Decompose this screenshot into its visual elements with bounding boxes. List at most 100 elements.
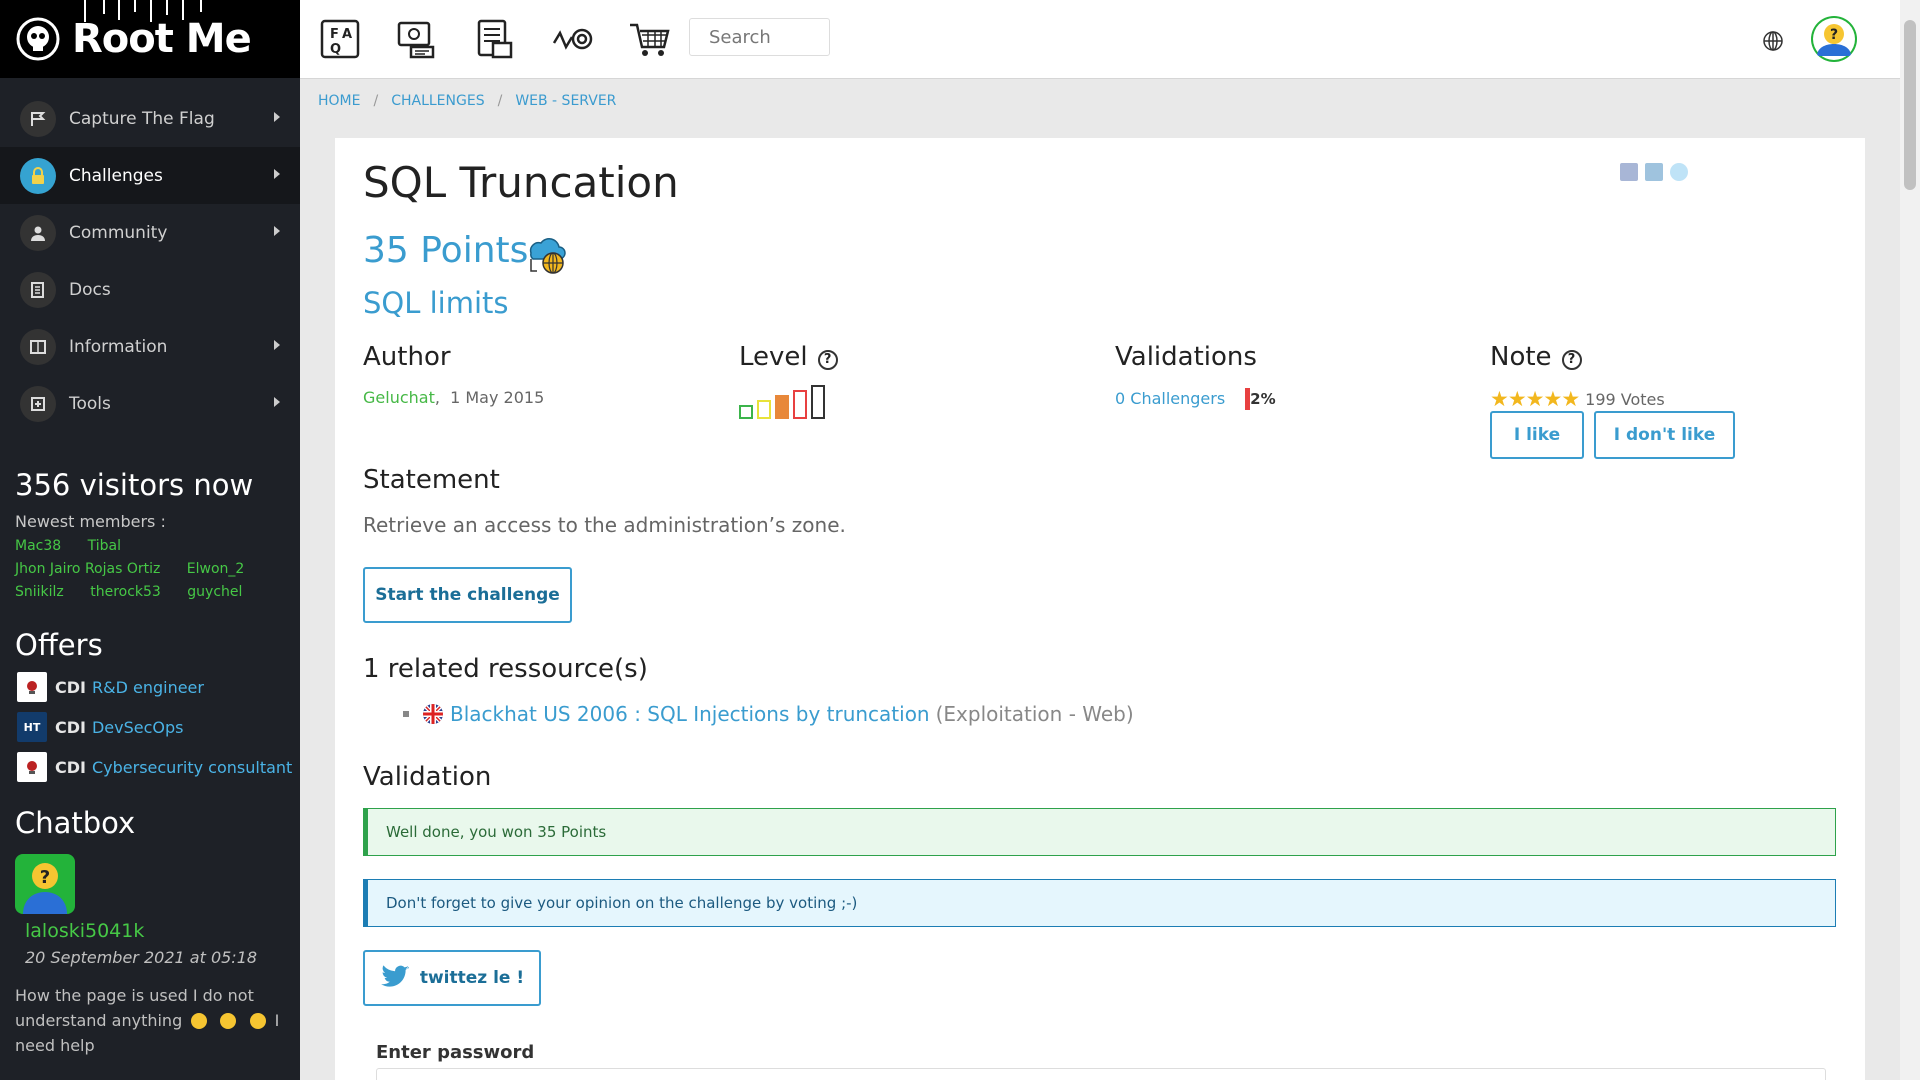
sidebar-item-label: Capture The Flag <box>69 108 215 129</box>
sidebar-item-challenges[interactable]: Challenges <box>0 147 300 204</box>
sidebar-item-information[interactable]: Information <box>0 318 300 375</box>
facebook-icon[interactable] <box>1620 163 1638 181</box>
svg-text:Q: Q <box>330 42 341 57</box>
skull-logo-icon <box>16 17 60 61</box>
page-scrollbar[interactable] <box>1900 0 1920 1080</box>
people-icon <box>20 214 56 251</box>
visitors-count: 356 visitors now <box>15 468 254 502</box>
smile-emoji-icon <box>249 1013 266 1029</box>
logo-text: Root Me <box>72 16 252 62</box>
statement-text: Retrieve an access to the administration… <box>363 513 846 537</box>
bullet-icon <box>403 711 409 717</box>
star-icon: ★ <box>1490 387 1509 411</box>
chat-username[interactable]: laloski5041k <box>25 920 300 942</box>
breadcrumb-category[interactable]: WEB - SERVER <box>515 93 616 109</box>
author-link[interactable]: Geluchat <box>363 388 435 407</box>
sidebar-item-docs[interactable]: Docs <box>0 261 300 318</box>
password-label: Enter password <box>376 1042 535 1063</box>
level-bar <box>757 400 771 419</box>
sidebar-item-capture-the-flag[interactable]: Capture The Flag <box>0 90 300 147</box>
lock-icon <box>20 157 56 194</box>
learning-icon[interactable] <box>395 17 439 61</box>
sad-emoji-icon <box>220 1013 237 1029</box>
svg-text:F: F <box>330 27 339 42</box>
twitter-bird-icon <box>380 965 409 987</box>
faq-icon[interactable]: F A Q <box>318 17 362 61</box>
member-link[interactable]: Elwon_2 <box>187 561 245 577</box>
validation-percent: 2% <box>1250 390 1276 408</box>
member-link[interactable]: Jhon Jairo Rojas Ortiz <box>15 561 160 577</box>
star-icon: ★ <box>1525 387 1545 411</box>
scrollbar-thumb[interactable] <box>1904 20 1916 190</box>
company-logo-icon <box>17 752 47 782</box>
target-icon[interactable] <box>551 17 595 61</box>
user-avatar[interactable]: ? <box>1811 16 1857 62</box>
member-link[interactable]: therock53 <box>90 584 161 600</box>
offer-item: CDI Cybersecurity consultant <box>17 752 300 782</box>
breadcrumb-challenges[interactable]: CHALLENGES <box>391 93 484 109</box>
offer-type: CDI <box>55 677 86 697</box>
search-input[interactable] <box>689 18 830 56</box>
challengers-link[interactable]: 0 Challengers <box>1115 389 1225 408</box>
member-link[interactable]: guychel <box>187 584 242 600</box>
member-link[interactable]: Tibal <box>88 538 121 554</box>
chevron-right-icon <box>274 169 280 179</box>
linkedin-icon[interactable] <box>1645 163 1663 181</box>
validation-heading: Validation <box>363 762 492 792</box>
offer-link[interactable]: DevSecOps <box>92 718 184 737</box>
svg-text:A: A <box>342 27 352 42</box>
sidebar-nav: Capture The Flag Challenges Community Do… <box>0 90 300 432</box>
root-me-logo[interactable]: Root Me <box>0 0 300 78</box>
chatbox-title: Chatbox <box>15 806 136 840</box>
newest-members-label: Newest members : <box>15 512 166 531</box>
breadcrumb: HOME / CHALLENGES / WEB - SERVER <box>318 93 616 109</box>
rating-stars: ★ ★ ★ ★ ★ 199 Votes <box>1490 387 1665 411</box>
like-button[interactable]: I like <box>1490 411 1584 459</box>
member-link[interactable]: Mac38 <box>15 538 61 554</box>
sidebar-item-label: Information <box>69 336 168 357</box>
offer-link[interactable]: R&D engineer <box>92 678 204 697</box>
offer-type: CDI <box>55 757 86 777</box>
chevron-right-icon <box>274 397 280 407</box>
sidebar-item-tools[interactable]: Tools <box>0 375 300 432</box>
help-icon[interactable]: ? <box>817 350 838 370</box>
star-icon: ★ <box>1507 387 1527 411</box>
level-indicator <box>739 385 825 419</box>
svg-text:?: ? <box>1830 27 1838 43</box>
author-info: Geluchat, 1 May 2015 <box>363 388 545 407</box>
help-icon[interactable]: ? <box>1561 350 1582 370</box>
start-challenge-button[interactable]: Start the challenge <box>363 567 572 623</box>
password-input[interactable] <box>376 1068 1826 1080</box>
company-logo-icon <box>17 672 47 702</box>
documents-icon[interactable] <box>473 17 517 61</box>
dislike-button[interactable]: I don't like <box>1594 411 1735 459</box>
sidebar-item-label: Challenges <box>69 165 163 186</box>
validations-info: 0 Challengers 2% <box>1115 388 1276 410</box>
tweet-button[interactable]: twittez le ! <box>363 950 541 1006</box>
author-heading: Author <box>363 342 451 372</box>
member-link[interactable]: Sniikilz <box>15 584 64 600</box>
star-icon: ★ <box>1561 387 1580 411</box>
level-bar <box>739 405 753 419</box>
language-globe-icon[interactable] <box>1762 30 1784 52</box>
offer-link[interactable]: Cybersecurity consultant <box>92 758 292 777</box>
svg-text:?: ? <box>40 867 50 888</box>
offer-type: CDI <box>55 717 86 737</box>
challenge-card: SQL Truncation 35 Points SQL limits Auth… <box>335 138 1865 1080</box>
social-share <box>1620 163 1688 181</box>
offers-title: Offers <box>15 628 103 662</box>
shop-cart-icon[interactable] <box>628 17 672 61</box>
challenge-title: SQL Truncation <box>363 158 679 207</box>
sidebar-item-community[interactable]: Community <box>0 204 300 261</box>
breadcrumb-home[interactable]: HOME <box>318 93 360 109</box>
resource-link[interactable]: Blackhat US 2006 : SQL Injections by tru… <box>450 702 930 726</box>
sidebar: Root Me Capture The Flag Challenges Comm… <box>0 0 300 1080</box>
challenge-subtitle: SQL limits <box>363 286 509 320</box>
resources-heading: 1 related ressource(s) <box>363 654 648 684</box>
uk-flag-icon <box>423 704 443 724</box>
chat-user-avatar[interactable]: ? <box>15 854 75 914</box>
resource-item: Blackhat US 2006 : SQL Injections by tru… <box>403 702 1134 726</box>
twitter-icon[interactable] <box>1670 163 1688 181</box>
success-alert: Well done, you won 35 Points <box>363 808 1836 856</box>
newest-members-list: Mac38 Tibal Jhon Jairo Rojas Ortiz Elwon… <box>15 535 300 604</box>
